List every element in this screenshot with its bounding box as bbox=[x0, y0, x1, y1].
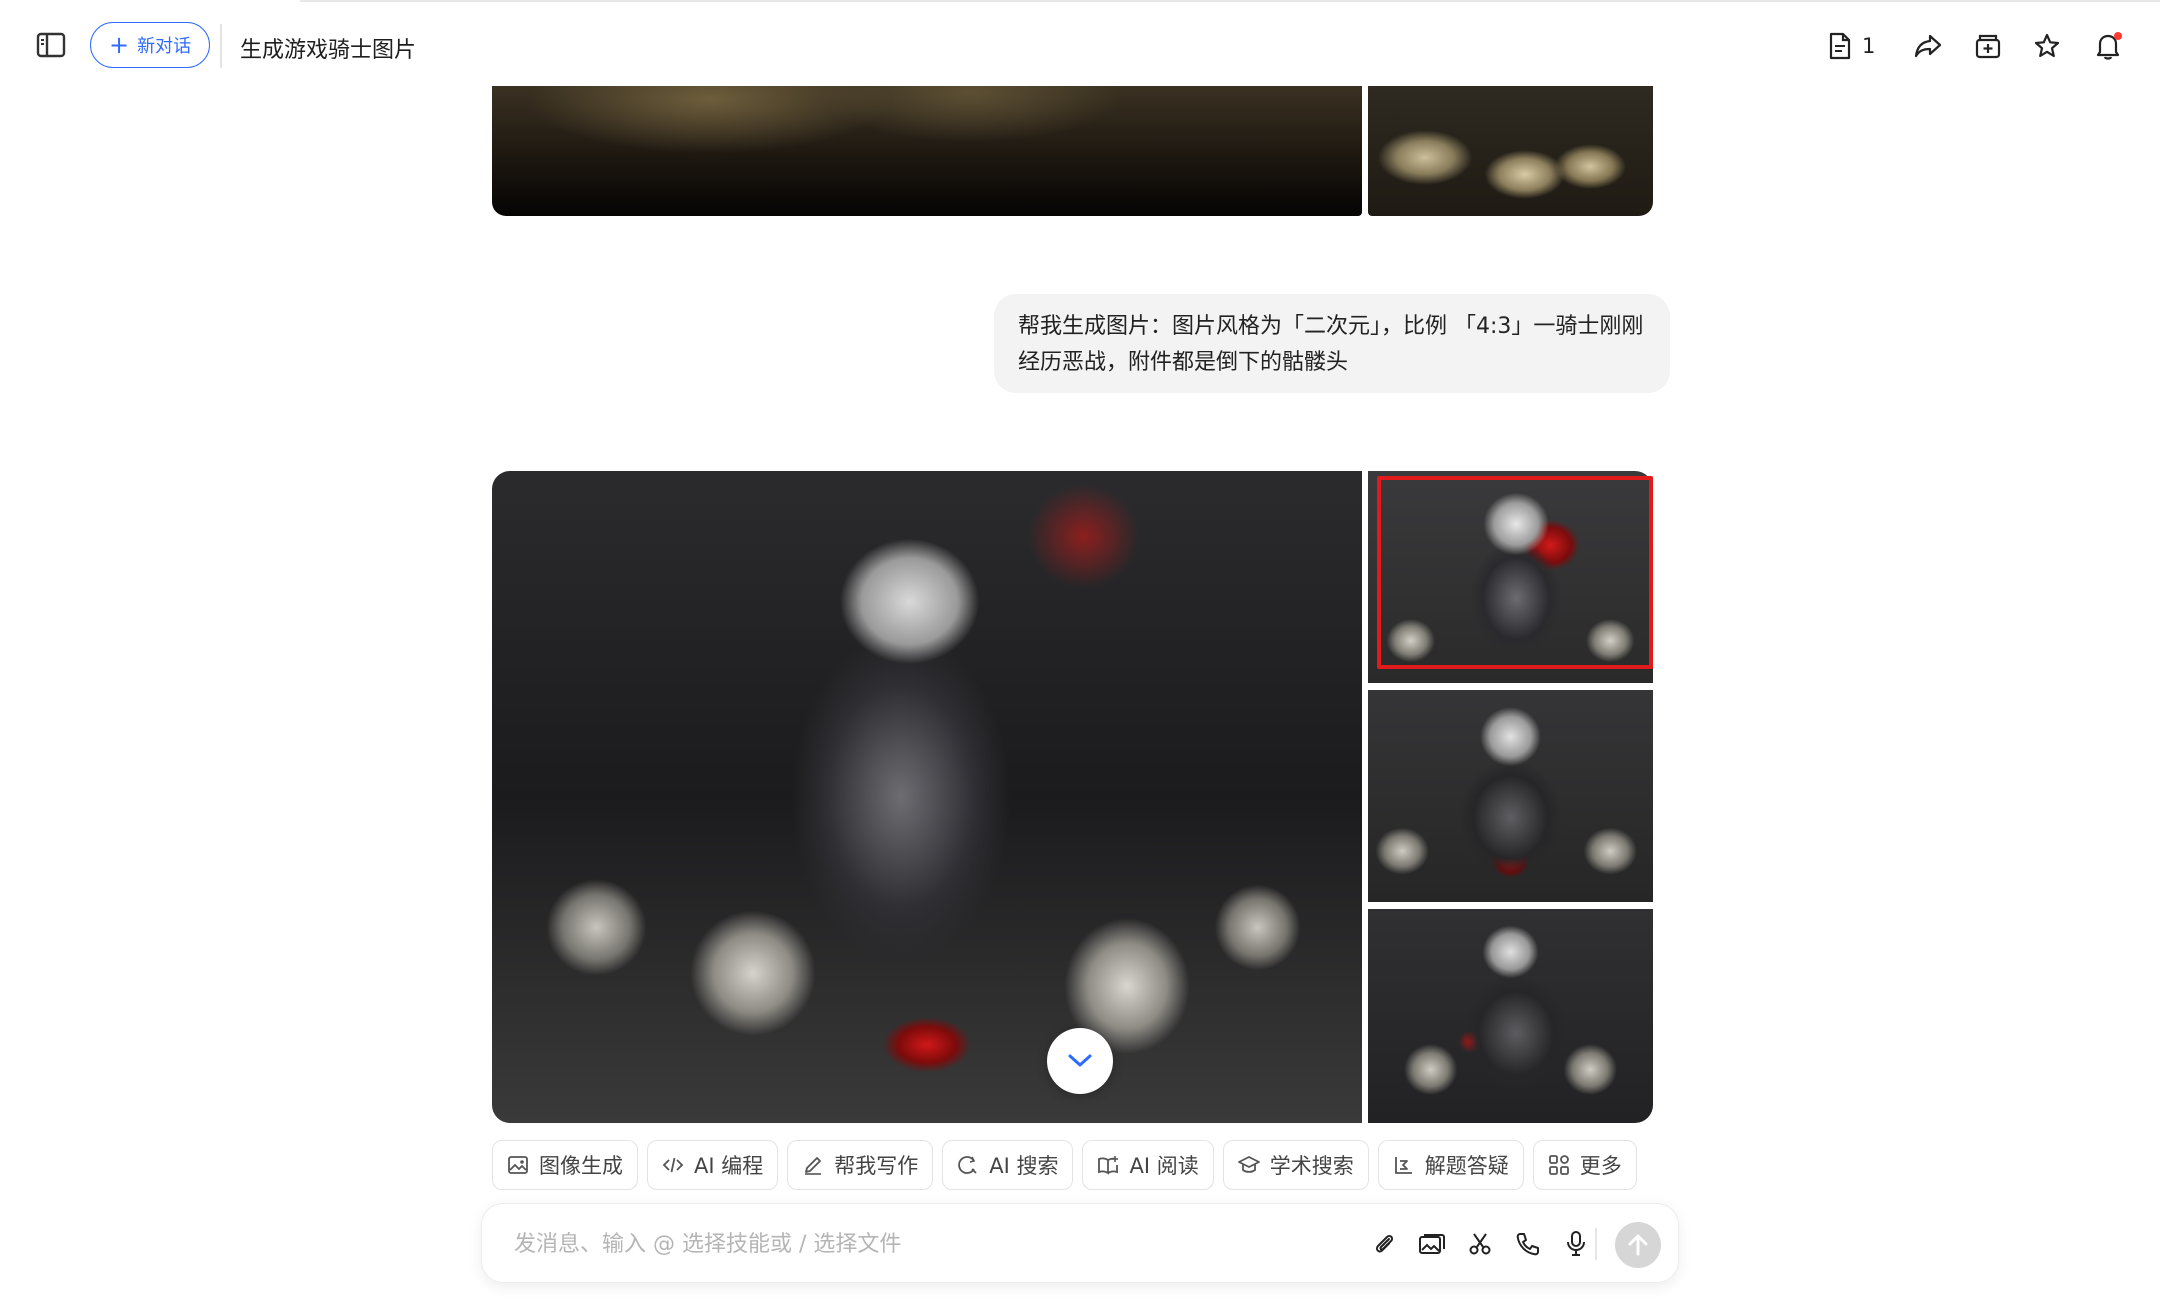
header: + 新对话 生成游戏骑士图片 1 bbox=[0, 2, 2160, 86]
skill-chip-problem-solving[interactable]: 解题答疑 bbox=[1377, 1140, 1524, 1190]
skill-chip-label: AI 阅读 bbox=[1129, 1154, 1199, 1178]
document-icon bbox=[1829, 32, 1851, 60]
skill-chip-ai-search[interactable]: AI 搜索 bbox=[942, 1140, 1074, 1190]
share-button[interactable] bbox=[1908, 28, 1948, 64]
user-message-text: 帮我生成图片：图片风格为「二次元」，比例 「4:3」一骑士刚刚经历恶战，附件都是… bbox=[1018, 314, 1644, 375]
skill-chip-label: 帮我写作 bbox=[834, 1154, 919, 1178]
skill-chip-label: 解题答疑 bbox=[1424, 1154, 1509, 1178]
upload-image-button[interactable] bbox=[1414, 1226, 1450, 1262]
message-composer bbox=[481, 1203, 1679, 1283]
skill-chip-label: AI 编程 bbox=[694, 1154, 764, 1178]
star-icon bbox=[2034, 33, 2060, 58]
graduation-cap-icon bbox=[1237, 1156, 1260, 1173]
header-divider bbox=[220, 24, 222, 68]
skill-chip-bar: 图像生成 AI 编程 帮我写作 AI 搜索 AI 阅读 学术搜索 解题答疑 更多 bbox=[492, 1140, 1637, 1190]
selected-thumbnail-highlight bbox=[1377, 476, 1653, 669]
skill-chip-ai-reading[interactable]: AI 阅读 bbox=[1082, 1140, 1214, 1190]
composer-divider bbox=[1595, 1228, 1597, 1260]
image-upload-icon bbox=[1419, 1234, 1445, 1254]
send-button[interactable] bbox=[1615, 1222, 1661, 1268]
add-to-collection-button[interactable] bbox=[1968, 28, 2008, 64]
search-icon bbox=[958, 1156, 977, 1174]
pen-icon bbox=[805, 1157, 822, 1175]
generated-image-thumbnail-3[interactable] bbox=[1368, 909, 1653, 1123]
voice-call-button[interactable] bbox=[1510, 1226, 1546, 1262]
sidebar-toggle-button[interactable] bbox=[30, 26, 72, 64]
skill-chip-writing[interactable]: 帮我写作 bbox=[787, 1140, 934, 1190]
previous-generated-image-thumbnail[interactable] bbox=[1368, 86, 1653, 216]
phone-icon bbox=[1516, 1233, 1539, 1256]
generated-image-main[interactable] bbox=[492, 471, 1362, 1123]
attach-file-button[interactable] bbox=[1366, 1226, 1402, 1262]
previous-generated-image-main[interactable] bbox=[492, 86, 1362, 216]
skill-chip-label: 图像生成 bbox=[539, 1154, 623, 1178]
favorite-button[interactable] bbox=[2027, 28, 2067, 64]
microphone-icon bbox=[1567, 1231, 1585, 1256]
generated-image-thumbnail-2[interactable] bbox=[1368, 690, 1653, 902]
scroll-to-bottom-button[interactable] bbox=[1047, 1028, 1113, 1094]
skill-chip-academic-search[interactable]: 学术搜索 bbox=[1222, 1140, 1369, 1190]
document-count: 1 bbox=[1862, 34, 1876, 58]
chevron-down-icon bbox=[1068, 1054, 1092, 1067]
user-message-bubble: 帮我生成图片：图片风格为「二次元」，比例 「4:3」一骑士刚刚经历恶战，附件都是… bbox=[994, 294, 1670, 393]
code-icon bbox=[662, 1157, 684, 1173]
sidebar-icon bbox=[36, 32, 66, 58]
arrow-up-icon bbox=[1628, 1234, 1648, 1256]
share-icon bbox=[1914, 34, 1942, 58]
skill-chip-label: AI 搜索 bbox=[989, 1154, 1059, 1178]
archive-add-icon bbox=[1975, 34, 2001, 59]
formula-icon bbox=[1394, 1157, 1412, 1174]
voice-input-button[interactable] bbox=[1558, 1226, 1594, 1262]
notifications-button[interactable] bbox=[2088, 28, 2128, 64]
skill-chip-ai-coding[interactable]: AI 编程 bbox=[647, 1140, 779, 1190]
notification-dot bbox=[2114, 32, 2122, 40]
skill-chip-label: 更多 bbox=[1579, 1154, 1622, 1178]
skill-chip-label: 学术搜索 bbox=[1269, 1154, 1354, 1178]
screenshot-button[interactable] bbox=[1462, 1226, 1498, 1262]
grid-icon bbox=[1548, 1155, 1569, 1175]
skill-chip-more[interactable]: 更多 bbox=[1532, 1140, 1637, 1190]
documents-button[interactable]: 1 bbox=[1828, 28, 1875, 64]
new-chat-button[interactable]: + 新对话 bbox=[90, 22, 211, 68]
new-chat-label: 新对话 bbox=[137, 36, 192, 57]
image-gen-icon bbox=[508, 1156, 528, 1174]
paperclip-icon bbox=[1375, 1234, 1394, 1253]
scissors-icon bbox=[1469, 1233, 1491, 1255]
conversation-title[interactable]: 生成游戏骑士图片 bbox=[240, 32, 416, 64]
plus-icon: + bbox=[109, 31, 130, 59]
message-input[interactable] bbox=[514, 1226, 1274, 1262]
skill-chip-image-gen[interactable]: 图像生成 bbox=[492, 1140, 638, 1190]
book-icon bbox=[1098, 1156, 1119, 1175]
